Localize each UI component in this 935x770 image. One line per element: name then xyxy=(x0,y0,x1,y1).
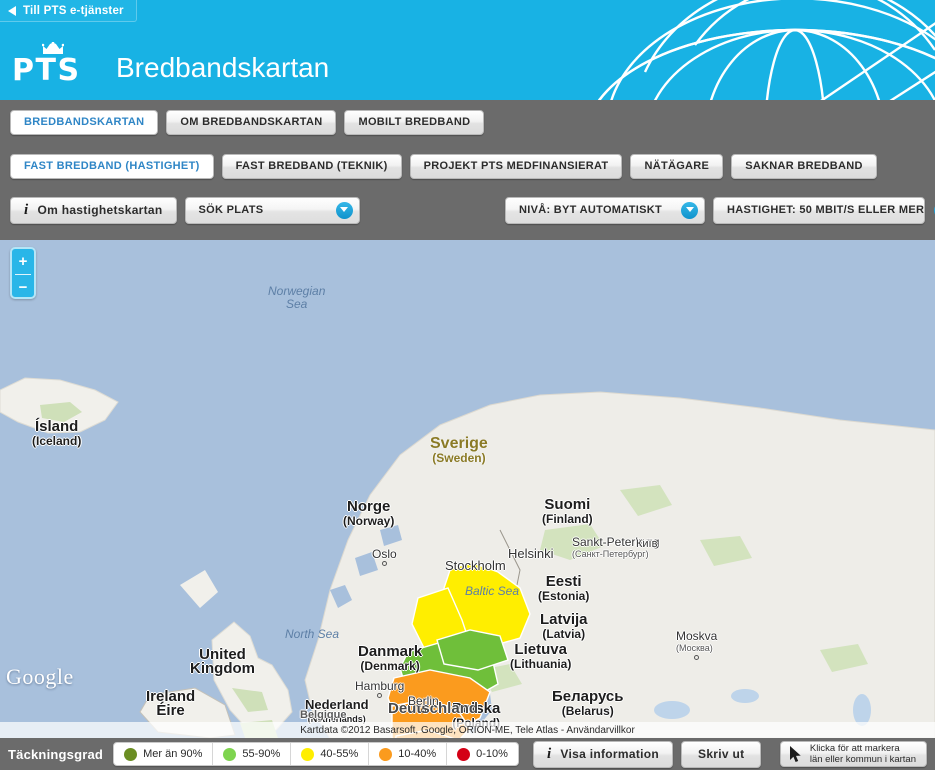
tab-label: BREDBANDSKARTAN xyxy=(24,116,145,128)
triangle-left-icon xyxy=(8,5,16,16)
legend-swatch-icon xyxy=(379,747,393,761)
legend-label: 10-40% xyxy=(398,748,437,760)
map-click-hint: Klicka för att markera län eller kommun … xyxy=(779,741,927,767)
print-label: Skriv ut xyxy=(698,747,745,761)
filter-tab-natagare[interactable]: NÄTÄGARE xyxy=(630,153,724,179)
info-i-icon: i xyxy=(24,201,29,218)
legend-swatch-icon xyxy=(301,747,315,761)
filter-tab-saknar-bredband[interactable]: SAKNAR BREDBAND xyxy=(731,153,877,179)
map-graphics xyxy=(0,240,935,738)
filter-tab-projekt-pts-medfinansierat[interactable]: PROJEKT PTS MEDFINANSIERAT xyxy=(409,153,623,179)
legend-swatch-icon xyxy=(223,747,237,761)
legend-item-40-55: 40-55% xyxy=(291,743,370,765)
legend-label: Mer än 90% xyxy=(143,748,203,760)
cursor-arrow-icon xyxy=(789,745,801,762)
tab-mobilt-bredband[interactable]: MOBILT BREDBAND xyxy=(344,109,485,135)
legend-label: 40-55% xyxy=(320,748,359,760)
speed-select-label: HASTIGHET: 50 MBIT/S ELLER MER xyxy=(727,204,925,216)
hint-line-1: Klicka för att markera xyxy=(809,743,900,754)
filter-tab-label: FAST BREDBAND (HASTIGHET) xyxy=(24,160,200,172)
pts-logo-text: PTS xyxy=(12,53,81,88)
controls-row: i Om hastighetskartan SÖK PLATS NIVÅ: BY… xyxy=(0,188,935,232)
tab-label: OM BREDBANDSKARTAN xyxy=(180,116,323,128)
legend-swatch-icon xyxy=(124,747,138,761)
primary-nav-tabs: BREDBANDSKARTAN OM BREDBANDSKARTAN MOBIL… xyxy=(0,100,935,144)
globe-grid-graphic xyxy=(597,0,935,100)
about-speed-map-label: Om hastighetskartan xyxy=(37,203,163,217)
zoom-out-button[interactable]: − xyxy=(12,275,34,300)
info-i-icon: i xyxy=(546,745,552,762)
filter-tab-label: SAKNAR BREDBAND xyxy=(745,160,863,172)
filter-tab-label: FAST BREDBAND (TEKNIK) xyxy=(235,160,388,172)
page-title: Bredbandskartan xyxy=(116,52,330,83)
legend-item-10-40: 10-40% xyxy=(369,743,448,765)
level-select-dropdown[interactable]: NIVÅ: BYT AUTOMATISKT xyxy=(505,196,705,224)
filter-tab-fast-bredband-hastighet[interactable]: FAST BREDBAND (HASTIGHET) xyxy=(10,153,214,179)
level-select-label: NIVÅ: BYT AUTOMATISKT xyxy=(519,204,662,216)
place-search-dropdown[interactable]: SÖK PLATS xyxy=(184,196,360,224)
toolbar-area: BREDBANDSKARTAN OM BREDBANDSKARTAN MOBIL… xyxy=(0,100,935,240)
legend-label: 0-10% xyxy=(476,748,508,760)
filter-tab-label: PROJEKT PTS MEDFINANSIERAT xyxy=(423,160,609,172)
about-speed-map-button[interactable]: i Om hastighetskartan xyxy=(10,196,177,224)
filter-tab-label: NÄTÄGARE xyxy=(644,160,710,172)
pts-logo[interactable]: PTS xyxy=(12,42,92,88)
place-search-label: SÖK PLATS xyxy=(198,204,264,216)
legend-swatch-icon xyxy=(457,747,471,761)
brand: PTS Bredbandskartan xyxy=(12,42,330,88)
hint-line-2: län eller kommun i kartan xyxy=(809,754,916,765)
tab-om-bredbandskartan[interactable]: OM BREDBANDSKARTAN xyxy=(166,109,337,135)
back-to-eservices-label: Till PTS e-tjänster xyxy=(23,4,124,17)
back-to-eservices-link[interactable]: Till PTS e-tjänster xyxy=(0,0,137,22)
zoom-in-button[interactable]: + xyxy=(12,249,34,274)
google-watermark: Google xyxy=(6,664,74,689)
legend-item-55-90: 55-90% xyxy=(213,743,292,765)
map-click-hint-text: Klicka för att markera län eller kommun … xyxy=(810,743,916,765)
legend-item-0-10: 0-10% xyxy=(447,743,518,765)
filter-tabs: FAST BREDBAND (HASTIGHET) FAST BREDBAND … xyxy=(0,144,935,188)
chevron-down-circle-icon xyxy=(335,201,353,219)
map-canvas[interactable]: + − Norwegian Sea North Sea Baltic Sea Í… xyxy=(0,240,935,738)
speed-select-dropdown[interactable]: HASTIGHET: 50 MBIT/S ELLER MER xyxy=(713,196,935,224)
tab-label: MOBILT BREDBAND xyxy=(358,116,471,128)
tab-bredbandskartan[interactable]: BREDBANDSKARTAN xyxy=(10,109,159,135)
filter-tab-fast-bredband-teknik[interactable]: FAST BREDBAND (TEKNIK) xyxy=(221,153,402,179)
legend-label: 55-90% xyxy=(242,748,281,760)
legend-items: Mer än 90% 55-90% 40-55% 10-40% 0-10% xyxy=(113,742,519,766)
show-information-button[interactable]: i Visa information xyxy=(532,740,674,768)
page-header: Till PTS e-tjänster PTS Bredbandskartan xyxy=(0,0,935,100)
legend-bar: Täckningsgrad Mer än 90% 55-90% 40-55% 1… xyxy=(0,738,935,770)
legend-title: Täckningsgrad xyxy=(8,746,104,762)
legend-item-mer-an-90: Mer än 90% xyxy=(114,743,214,765)
map-attribution[interactable]: Kartdata ©2012 Basarsoft, Google, ORION-… xyxy=(0,722,935,738)
app-root: Till PTS e-tjänster PTS Bredbandskartan … xyxy=(0,0,935,770)
show-information-label: Visa information xyxy=(560,747,660,761)
map-zoom-control[interactable]: + − xyxy=(10,247,36,299)
chevron-down-circle-icon xyxy=(681,201,698,219)
print-button[interactable]: Skriv ut xyxy=(681,740,762,768)
